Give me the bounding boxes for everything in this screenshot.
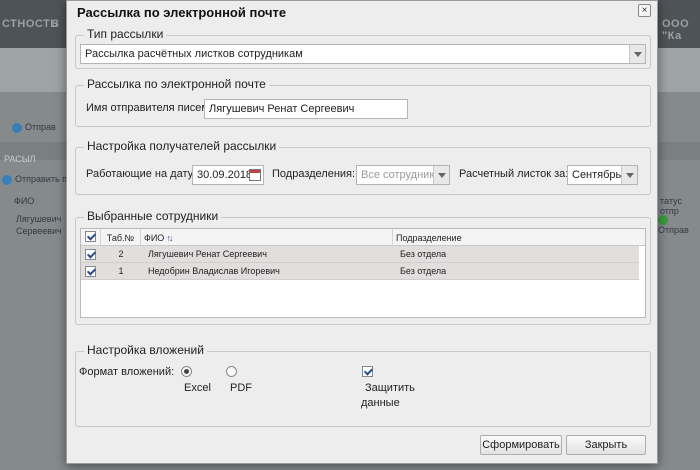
date-label: Работающие на дату: xyxy=(86,168,197,180)
column-header-fio[interactable]: ФИО ↑↓ xyxy=(141,229,393,246)
row-checkbox[interactable] xyxy=(85,266,96,277)
background-menu-item: ООО "Ка xyxy=(662,18,690,42)
background-column-fio: ФИО xyxy=(14,196,35,206)
sort-icon[interactable]: ↑↓ xyxy=(166,233,173,243)
division-value: Все сотрудники xyxy=(361,169,441,181)
background-menu-item: СТНОСТЬ xyxy=(2,18,59,30)
email-group: Рассылка по электронной почте Имя отправ… xyxy=(75,77,651,127)
chevron-down-icon xyxy=(433,166,449,184)
cell-division: Без отдела xyxy=(400,266,447,276)
table-row[interactable]: 2 Лягушевич Ренат Сергеевич Без отдела xyxy=(81,246,639,263)
date-value: 30.09.2018 xyxy=(197,169,253,181)
background-send-button: Отправ xyxy=(12,122,56,133)
background-column-status: татус отпр xyxy=(660,196,682,216)
background-cell: Лягушевич xyxy=(16,214,62,224)
dialog-title: Рассылка по электронной почте xyxy=(77,5,287,20)
background-menu-item: З xyxy=(52,18,60,30)
background-status: Отправ xyxy=(658,214,700,235)
sender-input[interactable]: Лягушевич Ренат Сергеевич xyxy=(204,99,408,119)
mailing-dialog: Рассылка по электронной почте × Тип расс… xyxy=(66,0,658,464)
protect-label-line2[interactable]: данные xyxy=(361,397,400,409)
recipients-group: Настройка получателей рассылки Работающи… xyxy=(75,139,651,195)
select-all-checkbox[interactable] xyxy=(85,231,96,242)
recipients-legend: Настройка получателей рассылки xyxy=(84,139,280,153)
mailing-type-legend: Тип рассылки xyxy=(84,27,167,41)
payslip-month-value: Сентябрь xyxy=(572,169,622,181)
attachments-group: Настройка вложений Формат вложений: Exce… xyxy=(75,343,651,427)
employees-group: Выбранные сотрудники Таб.№ ФИО ↑↓ Подразд… xyxy=(75,209,651,325)
column-header-tab[interactable]: Таб.№ xyxy=(101,229,141,246)
cell-division: Без отдела xyxy=(400,249,447,259)
sender-label: Имя отправителя писем: xyxy=(86,102,213,114)
row-checkbox[interactable] xyxy=(85,249,96,260)
protect-data-checkbox[interactable] xyxy=(362,366,373,377)
table-row[interactable]: 1 Недобрин Владислав Игоревич Без отдела xyxy=(81,263,639,280)
background-cell: Сервеевич xyxy=(16,226,62,236)
chevron-down-icon xyxy=(621,166,637,184)
calendar-icon[interactable] xyxy=(249,169,261,181)
employees-table: Таб.№ ФИО ↑↓ Подразделение 2 Лягушевич Ре… xyxy=(80,228,646,318)
date-input[interactable]: 30.09.2018 xyxy=(192,165,264,185)
column-header-division[interactable]: Подразделение xyxy=(393,229,645,246)
cell-tab: 1 xyxy=(118,266,124,276)
info-icon xyxy=(2,174,12,185)
generate-button[interactable]: Сформировать xyxy=(480,435,562,455)
email-legend: Рассылка по электронной почте xyxy=(84,77,269,91)
excel-radio[interactable] xyxy=(181,366,192,377)
attachments-legend: Настройка вложений xyxy=(84,343,207,357)
payslip-label: Расчетный листок за: xyxy=(459,168,569,180)
mailing-type-group: Тип рассылки Рассылка расчётных листков … xyxy=(75,27,651,69)
chevron-down-icon xyxy=(629,45,645,63)
division-select[interactable]: Все сотрудники xyxy=(356,165,450,185)
mailing-type-select[interactable]: Рассылка расчётных листков сотрудникам xyxy=(80,44,646,64)
pdf-radio[interactable] xyxy=(226,366,237,377)
mailing-type-value: Рассылка расчётных листков сотрудникам xyxy=(85,48,303,60)
pdf-label[interactable]: PDF xyxy=(230,382,252,394)
format-label: Формат вложений: xyxy=(79,366,175,378)
background-send-option: Отправить п xyxy=(2,174,67,185)
cell-name: Недобрин Владислав Игоревич xyxy=(148,266,280,276)
close-button[interactable]: Закрыть xyxy=(566,435,646,455)
send-icon xyxy=(12,122,22,133)
background-section-title: РАСЫЛ xyxy=(4,154,36,164)
protect-label-line1[interactable]: Защитить xyxy=(365,382,415,394)
status-ok-icon xyxy=(658,214,668,225)
payslip-month-select[interactable]: Сентябрь xyxy=(567,165,638,185)
excel-label[interactable]: Excel xyxy=(184,382,211,394)
select-all-header xyxy=(81,229,101,246)
division-label: Подразделения: xyxy=(272,168,356,180)
cell-name: Лягушевич Ренат Сергеевич xyxy=(148,249,267,259)
employees-legend: Выбранные сотрудники xyxy=(84,209,222,223)
close-icon[interactable]: × xyxy=(638,4,651,17)
cell-tab: 2 xyxy=(118,249,124,259)
